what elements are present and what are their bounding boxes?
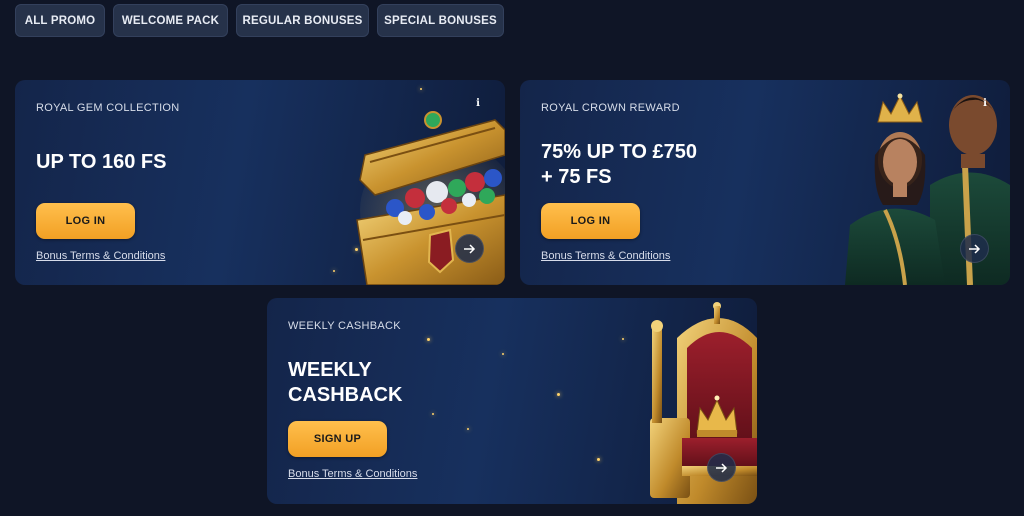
sparkle (427, 338, 430, 341)
card-title: WEEKLY CASHBACK (288, 358, 402, 408)
promo-card-royal-crown-reward[interactable]: ROYAL CROWN REWARD 75% UP TO £750 + 75 F… (520, 80, 1010, 285)
card-title: 75% UP TO £750 + 75 FS (541, 140, 697, 190)
sparkle (355, 248, 358, 251)
tab-regular-bonuses[interactable]: REGULAR BONUSES (236, 4, 369, 37)
card-title-line: UP TO 160 FS (36, 151, 167, 173)
login-button[interactable]: LOG IN (36, 203, 135, 239)
login-button[interactable]: LOG IN (541, 203, 640, 239)
card-title-line: + 75 FS (541, 166, 612, 188)
signup-button[interactable]: SIGN UP (288, 421, 387, 457)
sparkle (557, 393, 560, 396)
arrow-right-icon (968, 243, 980, 254)
card-title-line: CASHBACK (288, 384, 403, 406)
arrow-right-icon (463, 243, 475, 254)
bonus-terms-link[interactable]: Bonus Terms & Conditions (541, 250, 670, 262)
arrow-right-icon (715, 462, 727, 473)
sparkle (432, 413, 434, 415)
sparkle (622, 338, 624, 340)
bonus-terms-link[interactable]: Bonus Terms & Conditions (288, 468, 417, 480)
bonus-terms-link[interactable]: Bonus Terms & Conditions (36, 250, 165, 262)
card-title-line: 75% UP TO £750 (541, 141, 698, 163)
sparkle (502, 353, 504, 355)
info-icon[interactable]: i (471, 98, 485, 112)
promo-filter-tabs: ALL PROMO WELCOME PACK REGULAR BONUSES S… (15, 4, 504, 37)
card-title-line: WEEKLY (288, 359, 372, 381)
card-title: UP TO 160 FS (36, 150, 166, 175)
card-kicker: ROYAL CROWN REWARD (541, 102, 680, 114)
tab-special-bonuses[interactable]: SPECIAL BONUSES (377, 4, 504, 37)
throne-image (650, 302, 757, 504)
arrow-right-button[interactable] (960, 234, 989, 263)
sparkle (420, 88, 422, 90)
sparkle (333, 270, 335, 272)
arrow-right-button[interactable] (455, 234, 484, 263)
sparkle (597, 458, 600, 461)
promo-card-weekly-cashback[interactable]: WEEKLY CASHBACK WEEKLY CASHBACK SIGN UP … (267, 298, 757, 504)
tab-all-promo[interactable]: ALL PROMO (15, 4, 105, 37)
info-icon[interactable]: i (978, 98, 992, 112)
promo-card-royal-gem-collection[interactable]: ROYAL GEM COLLECTION UP TO 160 FS LOG IN… (15, 80, 505, 285)
card-kicker: ROYAL GEM COLLECTION (36, 102, 180, 114)
tab-welcome-pack[interactable]: WELCOME PACK (113, 4, 228, 37)
card-kicker: WEEKLY CASHBACK (288, 320, 401, 332)
sparkle (467, 428, 469, 430)
arrow-right-button[interactable] (707, 453, 736, 482)
